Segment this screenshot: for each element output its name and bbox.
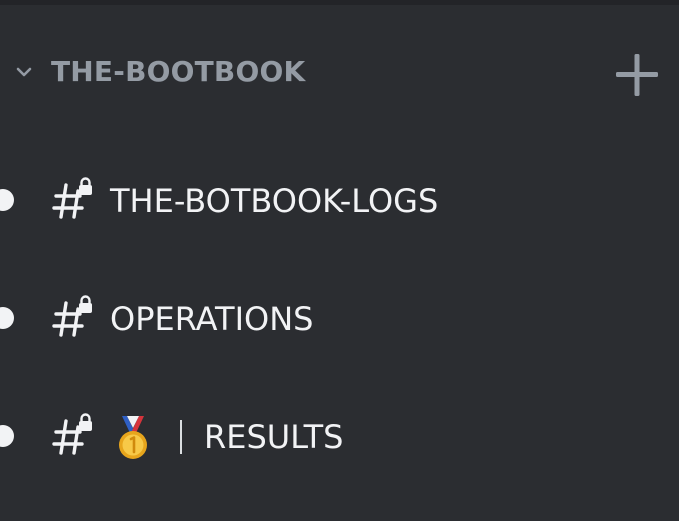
top-divider bbox=[0, 0, 679, 5]
plus-icon[interactable] bbox=[612, 50, 662, 100]
unread-indicator bbox=[0, 189, 14, 211]
locked-text-channel-icon bbox=[52, 413, 92, 455]
channel-item-operations[interactable]: OPERATIONS bbox=[0, 284, 679, 354]
channel-label[interactable]: RESULTS bbox=[204, 417, 343, 457]
category-header[interactable]: THE-BOOTBOOK bbox=[0, 40, 679, 104]
category-title[interactable]: THE-BOOTBOOK bbox=[51, 55, 305, 89]
channel-item-results[interactable]: RESULTS bbox=[0, 402, 679, 472]
channel-item-the-botbook-logs[interactable]: THE-BOTBOOK-LOGS bbox=[0, 166, 679, 236]
unread-indicator bbox=[0, 425, 14, 447]
medal-icon bbox=[119, 416, 147, 459]
locked-text-channel-icon bbox=[52, 177, 92, 219]
channel-label[interactable]: THE-BOTBOOK-LOGS bbox=[110, 181, 438, 221]
locked-text-channel-icon bbox=[52, 295, 92, 337]
chevron-down-icon[interactable] bbox=[13, 62, 35, 82]
channel-label[interactable]: OPERATIONS bbox=[110, 299, 313, 339]
channel-name-separator bbox=[180, 420, 182, 454]
unread-indicator bbox=[0, 307, 14, 329]
